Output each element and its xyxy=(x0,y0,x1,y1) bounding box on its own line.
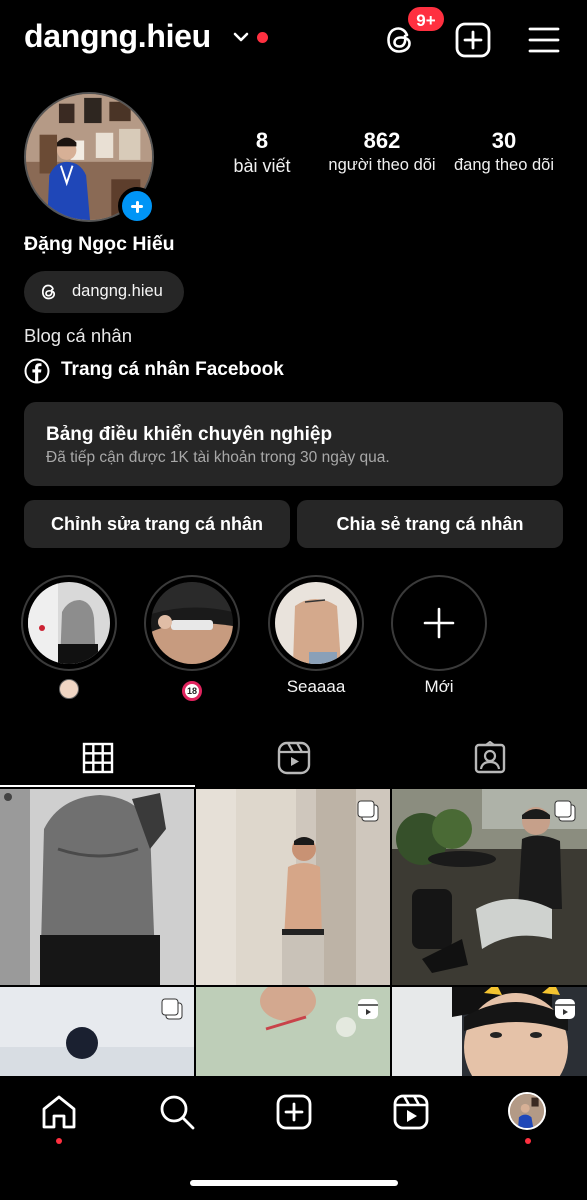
followers-count-value: 862 xyxy=(363,128,401,153)
followers-count-label: người theo dõi xyxy=(328,156,436,174)
highlight-item[interactable]: Seaaaa xyxy=(268,575,364,699)
posts-count-label: bài viết xyxy=(233,156,291,176)
add-story-button[interactable] xyxy=(118,187,156,225)
reel-icon xyxy=(358,999,378,1019)
notification-badge: 9+ xyxy=(406,5,446,33)
menu-icon[interactable] xyxy=(524,20,564,60)
highlight-label: 18 xyxy=(144,677,240,701)
plus-icon xyxy=(423,607,455,639)
tab-posts-grid[interactable] xyxy=(0,728,195,788)
new-highlight-ring xyxy=(391,575,487,671)
profile-notification-dot xyxy=(525,1138,531,1144)
highlight-label: Seaaaa xyxy=(286,677,346,696)
highlight-ring xyxy=(144,575,240,671)
threads-icon xyxy=(41,284,56,300)
reels-icon[interactable] xyxy=(391,1092,431,1132)
highlight-ring xyxy=(21,575,117,671)
highlight-cover xyxy=(151,582,233,664)
post-thumbnail[interactable] xyxy=(0,987,194,1076)
reels-icon xyxy=(277,741,310,775)
followers-count[interactable]: 862 người theo dõi xyxy=(322,128,442,175)
highlight-item[interactable]: 18 xyxy=(144,575,240,701)
facebook-link-label: Trang cá nhân Facebook xyxy=(61,359,284,380)
post-thumbnail[interactable] xyxy=(196,789,390,985)
unread-dot xyxy=(257,32,268,43)
tab-tagged[interactable] xyxy=(392,728,587,788)
tagged-icon xyxy=(474,741,505,774)
no-under-18-icon: 18 xyxy=(182,681,202,701)
tab-reels[interactable] xyxy=(196,728,391,788)
username-switcher[interactable]: dangng.hieu xyxy=(24,18,211,55)
post-thumbnail[interactable] xyxy=(196,987,390,1076)
dashboard-title: Bảng điều khiển chuyên nghiệp xyxy=(46,424,333,445)
bio-text: Blog cá nhân xyxy=(24,325,133,346)
search-icon[interactable] xyxy=(157,1092,197,1132)
dashboard-subtitle: Đã tiếp cận được 1K tài khoản trong 30 n… xyxy=(46,449,390,466)
top-bar: dangng.hieu 9+ xyxy=(0,0,587,80)
chevron-down-icon[interactable] xyxy=(232,30,250,44)
professional-dashboard-card[interactable]: Bảng điều khiển chuyên nghiệp Đã tiếp cậ… xyxy=(24,402,563,486)
carousel-icon xyxy=(357,800,379,822)
grid-icon xyxy=(82,742,113,774)
face-emoji-icon xyxy=(59,679,79,699)
post-thumbnail[interactable] xyxy=(392,987,587,1076)
highlight-cover xyxy=(28,582,110,664)
profile-tab-avatar[interactable] xyxy=(508,1092,548,1132)
post-thumbnail[interactable] xyxy=(0,789,194,985)
full-name: Đặng Ngọc Hiếu xyxy=(24,233,175,255)
post-thumbnail[interactable] xyxy=(392,789,587,985)
threads-handle: dangng.hieu xyxy=(72,282,163,300)
avatar xyxy=(508,1092,546,1130)
facebook-icon xyxy=(24,358,50,384)
edit-profile-button[interactable]: Chỉnh sửa trang cá nhân xyxy=(24,500,290,548)
highlight-ring xyxy=(268,575,364,671)
posts-grid xyxy=(0,789,587,1076)
carousel-icon xyxy=(161,998,183,1020)
posts-count[interactable]: 8 bài viết xyxy=(222,128,302,177)
share-profile-button[interactable]: Chia sẻ trang cá nhân xyxy=(297,500,563,548)
posts-count-value: 8 xyxy=(255,128,269,153)
highlight-item[interactable] xyxy=(21,575,117,699)
following-count-value: 30 xyxy=(491,128,517,153)
highlight-cover xyxy=(275,582,357,664)
home-indicator[interactable] xyxy=(190,1180,398,1186)
highlight-label xyxy=(21,677,117,699)
profile-tabs xyxy=(0,728,587,788)
following-count[interactable]: 30 đang theo dõi xyxy=(446,128,562,175)
new-highlight-label: Mới xyxy=(424,677,454,696)
create-icon[interactable] xyxy=(274,1092,314,1132)
home-notification-dot xyxy=(56,1138,62,1144)
home-icon[interactable] xyxy=(39,1092,79,1132)
reel-icon xyxy=(555,999,575,1019)
following-count-label: đang theo dõi xyxy=(453,156,554,174)
threads-profile-link[interactable]: dangng.hieu xyxy=(24,271,184,313)
new-highlight-button[interactable]: Mới xyxy=(391,575,487,699)
new-post-icon[interactable] xyxy=(453,20,493,60)
carousel-icon xyxy=(554,800,576,822)
active-tab-indicator xyxy=(0,785,195,787)
